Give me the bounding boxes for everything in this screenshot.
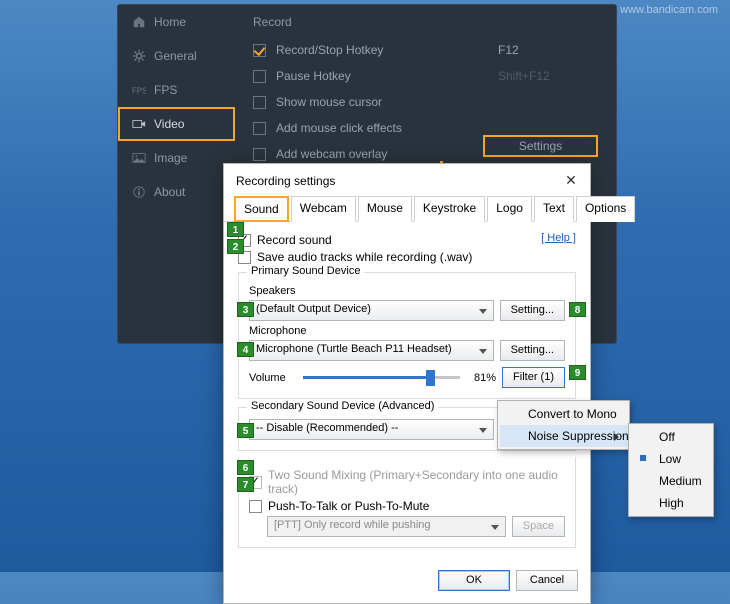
ptt-mode-dropdown: [PTT] Only record while pushing xyxy=(267,516,506,537)
microphone-dropdown[interactable]: Microphone (Turtle Beach P11 Headset) xyxy=(249,340,494,361)
option-pause-hotkey[interactable]: Pause Hotkey Shift+F12 xyxy=(235,63,616,89)
annotation-badge-4: 4 xyxy=(237,342,254,357)
speakers-dropdown[interactable]: (Default Output Device) xyxy=(249,300,494,321)
tab-sound[interactable]: Sound xyxy=(234,196,289,222)
checkbox-webcam-overlay[interactable] xyxy=(253,148,266,161)
sidebar-item-home[interactable]: Home xyxy=(118,5,235,39)
dialog-tabs: Sound Webcam Mouse Keystroke Logo Text O… xyxy=(224,195,590,222)
label-record-sound: Record sound xyxy=(257,233,332,247)
recording-settings-dialog: Recording settings ✕ Sound Webcam Mouse … xyxy=(223,163,591,604)
menu-noise-off[interactable]: Off xyxy=(631,426,711,448)
gear-icon xyxy=(132,49,146,63)
annotation-badge-7: 7 xyxy=(237,477,254,492)
checkbox-record-hotkey[interactable] xyxy=(253,44,266,57)
annotation-badge-5: 5 xyxy=(237,423,254,438)
sidebar-item-video[interactable]: Video xyxy=(118,107,235,141)
ok-button[interactable]: OK xyxy=(438,570,510,591)
dialog-body: [ Help ] Record sound Save audio tracks … xyxy=(224,222,590,564)
checkbox-ptt[interactable] xyxy=(249,500,262,513)
option-label: Record/Stop Hotkey xyxy=(276,43,498,57)
menu-noise-medium[interactable]: Medium xyxy=(631,470,711,492)
tab-options[interactable]: Options xyxy=(576,196,635,222)
sidebar-nav: Home General FPS FPS Video Image About xyxy=(118,5,235,345)
filter-button[interactable]: Filter (1) xyxy=(502,367,565,388)
speakers-label: Speakers xyxy=(249,285,565,297)
filter-menu: Convert to Mono Noise Suppression xyxy=(497,400,630,450)
sidebar-label: Video xyxy=(154,117,184,131)
menu-convert-mono[interactable]: Convert to Mono xyxy=(500,403,627,425)
info-icon xyxy=(132,185,146,199)
fps-icon: FPS xyxy=(132,83,146,97)
sidebar-label: About xyxy=(154,185,185,199)
tab-keystroke[interactable]: Keystroke xyxy=(414,196,485,222)
settings-button[interactable]: Settings xyxy=(483,135,598,157)
sidebar-item-image[interactable]: Image xyxy=(118,141,235,175)
secondary-dropdown[interactable]: -- Disable (Recommended) -- xyxy=(249,419,494,440)
option-show-cursor[interactable]: Show mouse cursor xyxy=(235,89,616,115)
image-icon xyxy=(132,151,146,165)
microphone-label: Microphone xyxy=(249,325,565,337)
mixing-group: Two Sound Mixing (Primary+Secondary into… xyxy=(238,457,576,548)
section-record-title: Record xyxy=(235,5,616,37)
video-icon xyxy=(132,117,146,131)
annotation-badge-2: 2 xyxy=(227,239,244,254)
sidebar-label: Image xyxy=(154,151,187,165)
tab-text[interactable]: Text xyxy=(534,196,574,222)
sidebar-item-general[interactable]: General xyxy=(118,39,235,73)
volume-label: Volume xyxy=(249,372,297,384)
sidebar-label: FPS xyxy=(154,83,177,97)
hotkey-value: Shift+F12 xyxy=(498,69,598,83)
close-icon[interactable]: ✕ xyxy=(560,172,582,189)
sidebar-item-about[interactable]: About xyxy=(118,175,235,209)
label-mixing: Two Sound Mixing (Primary+Secondary into… xyxy=(268,468,565,496)
video-options-area: Record Record/Stop Hotkey F12 Pause Hotk… xyxy=(235,5,616,167)
tab-logo[interactable]: Logo xyxy=(487,196,532,222)
label-save-wav: Save audio tracks while recording (.wav) xyxy=(257,250,472,264)
label-ptt: Push-To-Talk or Push-To-Mute xyxy=(268,499,429,513)
hotkey-value: F12 xyxy=(498,43,598,57)
option-label: Pause Hotkey xyxy=(276,69,498,83)
help-link[interactable]: [ Help ] xyxy=(541,232,576,244)
sidebar-label: General xyxy=(154,49,197,63)
annotation-badge-8: 8 xyxy=(569,302,586,317)
dialog-title: Recording settings xyxy=(236,174,560,188)
volume-percent: 81% xyxy=(466,372,496,384)
option-label: Add mouse click effects xyxy=(276,121,598,135)
annotation-badge-1: 1 xyxy=(227,222,244,237)
annotation-badge-6: 6 xyxy=(237,460,254,475)
checkbox-click-effects[interactable] xyxy=(253,122,266,135)
home-icon xyxy=(132,15,146,29)
checkbox-show-cursor[interactable] xyxy=(253,96,266,109)
secondary-legend: Secondary Sound Device (Advanced) xyxy=(247,400,438,412)
option-label: Show mouse cursor xyxy=(276,95,598,109)
option-record-hotkey[interactable]: Record/Stop Hotkey F12 xyxy=(235,37,616,63)
option-two-sound-mixing: Two Sound Mixing (Primary+Secondary into… xyxy=(249,468,565,496)
tab-mouse[interactable]: Mouse xyxy=(358,196,412,222)
checkbox-pause-hotkey[interactable] xyxy=(253,70,266,83)
menu-noise-high[interactable]: High xyxy=(631,492,711,514)
dialog-titlebar: Recording settings ✕ xyxy=(224,164,590,195)
svg-text:FPS: FPS xyxy=(132,87,146,96)
speakers-setting-button[interactable]: Setting... xyxy=(500,300,565,321)
tab-webcam[interactable]: Webcam xyxy=(291,196,356,222)
ptt-key-field: Space xyxy=(512,516,565,537)
option-ptt[interactable]: Push-To-Talk or Push-To-Mute xyxy=(249,499,565,513)
watermark: www.bandicam.com xyxy=(620,4,718,16)
annotation-badge-3: 3 xyxy=(237,302,254,317)
annotation-badge-9: 9 xyxy=(569,365,586,380)
primary-legend: Primary Sound Device xyxy=(247,265,364,277)
cancel-button[interactable]: Cancel xyxy=(516,570,578,591)
microphone-setting-button[interactable]: Setting... xyxy=(500,340,565,361)
sidebar-item-fps[interactable]: FPS FPS xyxy=(118,73,235,107)
menu-noise-low[interactable]: Low xyxy=(631,448,711,470)
noise-submenu: Off Low Medium High xyxy=(628,423,714,517)
option-save-wav[interactable]: Save audio tracks while recording (.wav) xyxy=(238,250,576,264)
primary-device-group: Primary Sound Device Speakers (Default O… xyxy=(238,272,576,399)
option-record-sound[interactable]: Record sound xyxy=(238,233,576,247)
volume-slider[interactable] xyxy=(303,376,460,379)
dialog-footer: OK Cancel xyxy=(224,564,590,603)
menu-noise-suppression[interactable]: Noise Suppression xyxy=(500,425,627,447)
sidebar-label: Home xyxy=(154,15,186,29)
